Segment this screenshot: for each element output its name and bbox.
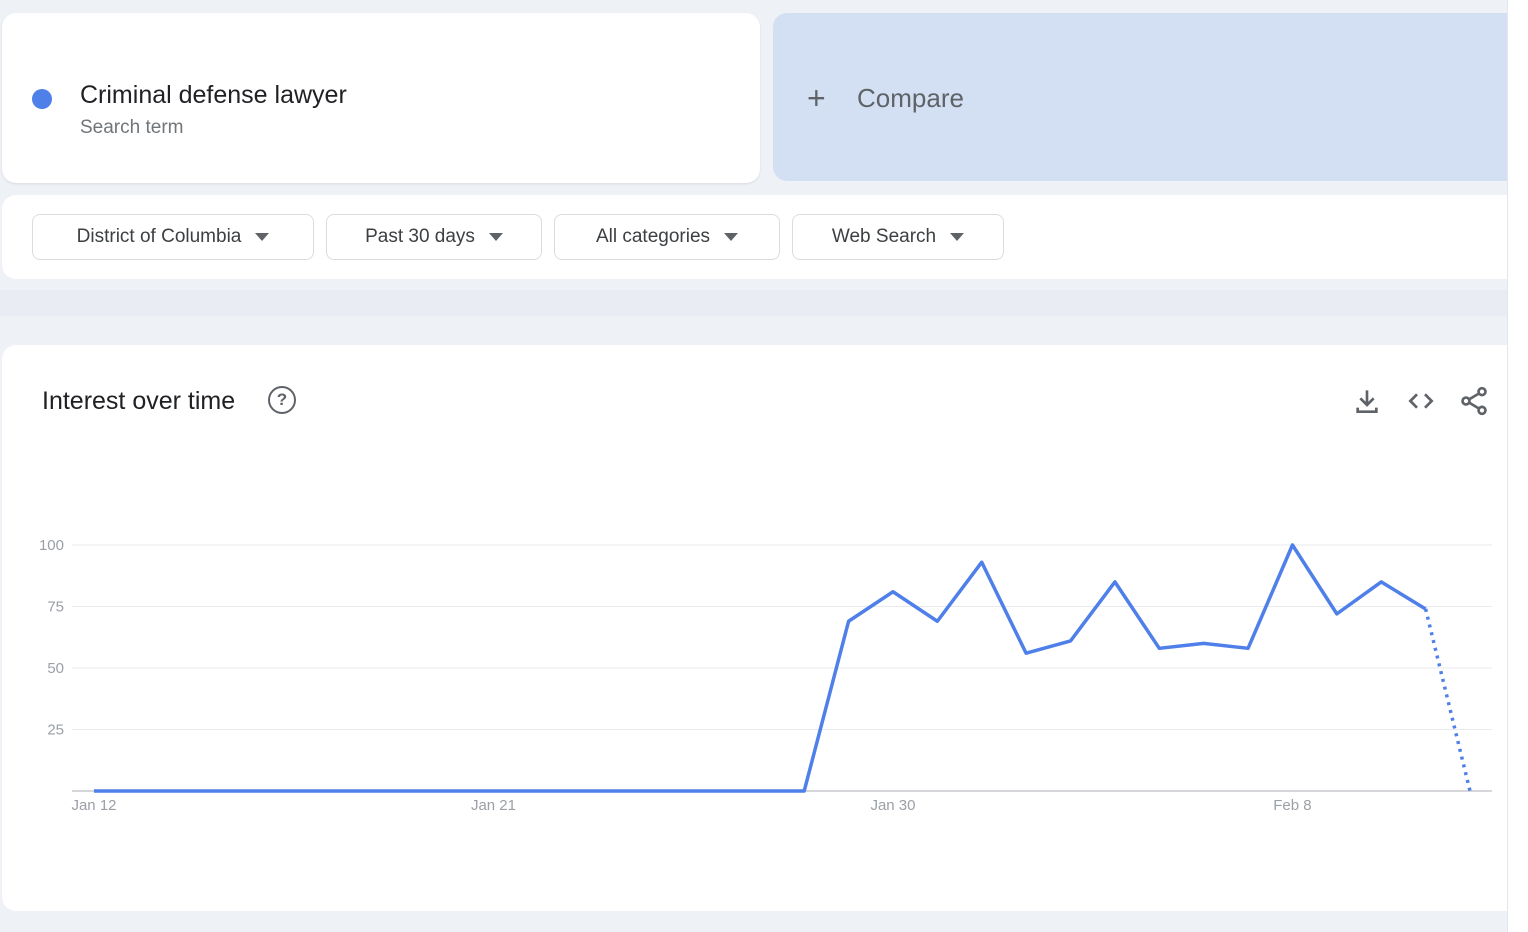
search-type-dropdown[interactable]: Web Search xyxy=(792,214,1004,260)
data-point[interactable] xyxy=(535,788,541,794)
y-tick-label: 50 xyxy=(47,660,64,677)
data-point[interactable] xyxy=(757,788,763,794)
data-point[interactable] xyxy=(1423,606,1429,612)
time-range-dropdown[interactable]: Past 30 days xyxy=(326,214,542,260)
data-point[interactable] xyxy=(1068,638,1074,644)
data-point[interactable] xyxy=(579,788,585,794)
caret-down-icon xyxy=(255,233,270,241)
caret-down-icon xyxy=(724,233,739,241)
y-tick-label: 75 xyxy=(47,599,64,616)
data-point[interactable] xyxy=(1467,788,1473,794)
compare-button[interactable]: + Compare xyxy=(773,13,1508,181)
caret-down-icon xyxy=(950,233,965,241)
interest-chart: 100 75 50 25 Jan 12 Jan 21 Jan 30 Feb 8 xyxy=(39,537,1492,814)
plus-icon: + xyxy=(807,80,826,116)
page-edge xyxy=(1508,0,1528,932)
y-tick-label: 100 xyxy=(39,537,64,554)
interest-over-time-panel: Interest over time ? 100 75 50 25 Jan 12 Jan … xyxy=(2,345,1508,911)
data-point[interactable] xyxy=(846,618,852,624)
data-point[interactable] xyxy=(668,788,674,794)
time-range-dropdown-label: Past 30 days xyxy=(365,226,475,247)
data-point[interactable] xyxy=(1112,579,1118,585)
data-point[interactable] xyxy=(1378,579,1384,585)
data-point[interactable] xyxy=(624,788,630,794)
compare-label: Compare xyxy=(857,83,964,113)
data-point[interactable] xyxy=(1289,542,1295,548)
filter-bar: District of Columbia Past 30 days All ca… xyxy=(2,195,1508,279)
region-dropdown[interactable]: District of Columbia xyxy=(32,214,314,260)
series-line-partial xyxy=(1423,608,1472,792)
data-point[interactable] xyxy=(1023,650,1029,656)
section-divider xyxy=(0,290,1508,316)
x-tick-label: Jan 30 xyxy=(870,797,915,814)
data-point[interactable] xyxy=(357,788,363,794)
data-point[interactable] xyxy=(1334,611,1340,617)
search-type-dropdown-label: Web Search xyxy=(831,226,937,247)
category-dropdown[interactable]: All categories xyxy=(554,214,780,260)
data-point[interactable] xyxy=(1245,645,1251,651)
x-tick-label: Feb 8 xyxy=(1273,797,1311,814)
search-term-type: Search term xyxy=(80,117,184,138)
data-point[interactable] xyxy=(1156,645,1162,651)
data-point[interactable] xyxy=(1201,640,1207,646)
y-tick-label: 25 xyxy=(47,722,64,739)
x-tick-label: Jan 12 xyxy=(71,797,116,814)
data-point[interactable] xyxy=(490,788,496,794)
data-point[interactable] xyxy=(979,559,985,565)
search-term-card[interactable]: Criminal defense lawyer Search term xyxy=(2,13,760,183)
data-point[interactable] xyxy=(135,788,141,794)
page-bottom xyxy=(0,911,1528,932)
caret-down-icon xyxy=(488,233,503,241)
data-point[interactable] xyxy=(180,788,186,794)
data-point[interactable] xyxy=(801,788,807,794)
data-point[interactable] xyxy=(224,788,230,794)
data-point[interactable] xyxy=(446,788,452,794)
data-point[interactable] xyxy=(91,788,97,794)
category-dropdown-label: All categories xyxy=(595,226,711,247)
series-color-dot xyxy=(32,89,52,109)
data-point[interactable] xyxy=(712,788,718,794)
x-tick-label: Jan 21 xyxy=(471,797,516,814)
data-point[interactable] xyxy=(313,788,319,794)
data-point[interactable] xyxy=(934,618,940,624)
search-term-name[interactable]: Criminal defense lawyer xyxy=(80,81,347,110)
data-point[interactable] xyxy=(269,788,275,794)
data-point[interactable] xyxy=(402,788,408,794)
region-dropdown-label: District of Columbia xyxy=(76,226,242,247)
data-point[interactable] xyxy=(890,589,896,595)
